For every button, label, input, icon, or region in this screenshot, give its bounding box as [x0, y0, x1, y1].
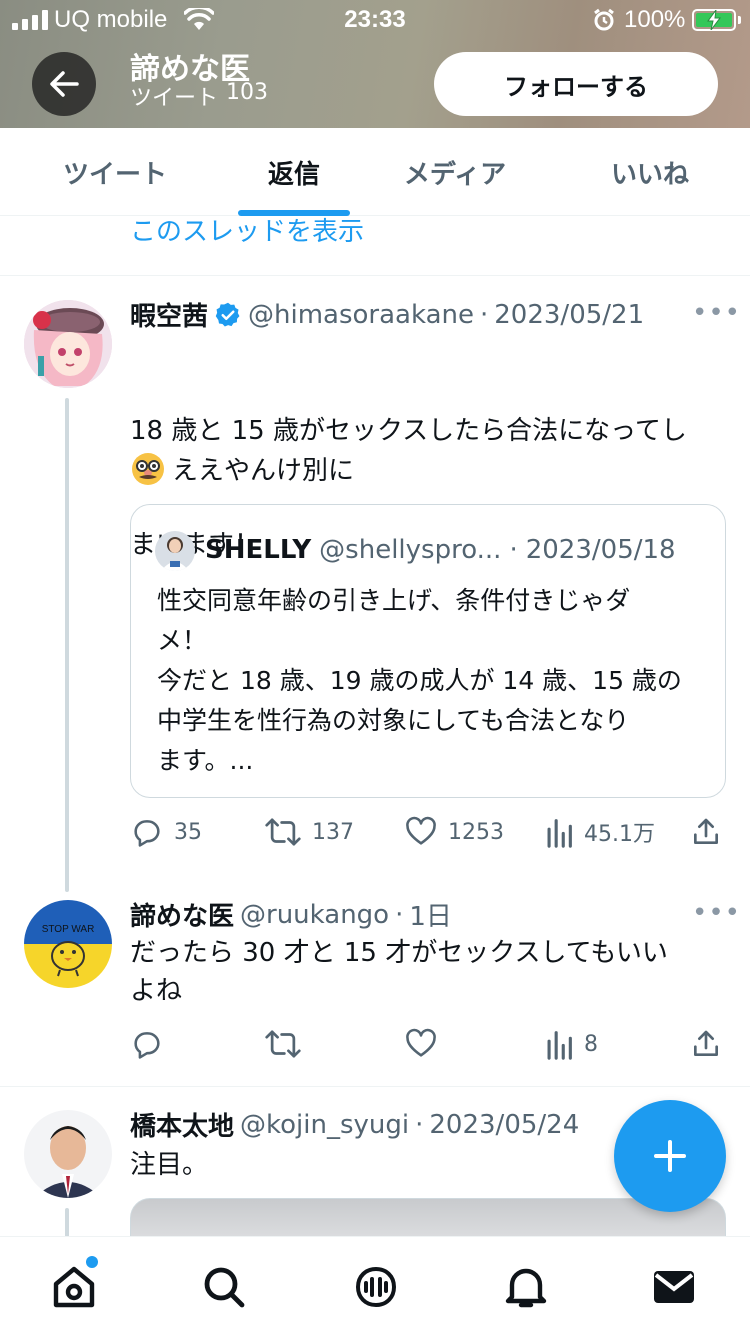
tweet-header: 暇空茜 @himasoraakane · 2023/05/21	[130, 296, 644, 333]
share-button[interactable]	[690, 1024, 722, 1064]
tweet-text: 注目。	[130, 1150, 209, 1180]
tweet-text-line: ええやんけ別に	[130, 450, 354, 487]
more-options-icon[interactable]: •••	[692, 298, 741, 328]
nav-messages[interactable]	[646, 1259, 702, 1315]
share-button[interactable]	[690, 812, 722, 852]
charging-icon	[707, 10, 721, 30]
like-button[interactable]: 1253	[404, 812, 504, 852]
retweet-button[interactable]: 137	[264, 812, 354, 852]
thread-line	[65, 398, 69, 892]
notification-dot	[86, 1256, 98, 1268]
author-handle: @himasoraakane	[248, 299, 474, 330]
home-icon	[53, 1266, 95, 1308]
disguised-face-emoji-icon	[132, 452, 164, 485]
back-button[interactable]	[32, 52, 96, 116]
battery-percent: 100%	[624, 6, 686, 33]
views-icon	[547, 1031, 572, 1060]
search-icon	[204, 1267, 245, 1308]
tweet-count: ツイート 103	[130, 80, 269, 111]
follow-button[interactable]: フォローする	[434, 52, 718, 116]
quoted-avatar	[155, 531, 195, 571]
reply-button[interactable]	[130, 1024, 164, 1064]
author-handle: @ruukango	[240, 899, 390, 930]
author-handle: @kojin_syugi	[240, 1109, 410, 1140]
tab-tweets[interactable]: ツイート	[40, 128, 190, 216]
tab-media[interactable]: メディア	[380, 128, 530, 216]
bottom-navigation	[0, 1236, 750, 1334]
quoted-author-handle: @shellyspro...	[319, 535, 502, 565]
heart-icon	[406, 816, 436, 845]
nav-notifications[interactable]	[498, 1259, 554, 1315]
author-name[interactable]: 諦めな医	[130, 896, 234, 933]
thread-line	[65, 1208, 69, 1238]
portrait-avatar-image	[24, 1110, 112, 1198]
reply-button[interactable]: 35	[130, 812, 202, 852]
avatar[interactable]	[24, 1110, 112, 1198]
quoted-text: 性交同意年齢の引き上げ、条件付きじゃダ メ！ 今だと 18 歳、19 歳の成人が…	[157, 586, 682, 775]
arrow-left-icon	[50, 71, 79, 97]
like-button[interactable]	[404, 1024, 438, 1064]
avatar[interactable]: STOP WAR	[24, 900, 112, 988]
share-icon	[694, 818, 718, 844]
avatar[interactable]	[24, 300, 112, 388]
tweet-date: 2023/05/21	[494, 299, 645, 330]
views-icon	[547, 819, 572, 848]
status-bar: UQ mobile 23:33 100%	[0, 0, 750, 40]
spaces-icon	[355, 1266, 397, 1308]
plus-icon	[654, 1140, 686, 1172]
retweet-icon	[265, 1030, 301, 1058]
tweet-header: 諦めな医 @ruukango · 1日	[130, 896, 452, 933]
tweet-header: 橋本太地 @kojin_syugi · 2023/05/24	[130, 1106, 579, 1143]
reply-icon	[134, 820, 160, 847]
tab-replies[interactable]: 返信	[230, 128, 358, 216]
share-icon	[694, 1030, 718, 1056]
mail-icon	[654, 1271, 694, 1303]
quoted-author-name: SHELLY	[205, 535, 312, 565]
compose-button[interactable]	[614, 1100, 726, 1212]
heart-icon	[406, 1028, 436, 1057]
divider	[0, 1086, 750, 1087]
author-name[interactable]: 橋本太地	[130, 1106, 234, 1143]
tweet-date: 2023/05/24	[429, 1109, 580, 1140]
retweet-button[interactable]	[264, 1024, 302, 1064]
nav-spaces[interactable]	[348, 1259, 404, 1315]
quoted-header: SHELLY @shellyspro... · 2023/05/18	[205, 535, 676, 565]
profile-tabs: ツイート 返信 メディア いいね	[0, 128, 750, 216]
verified-badge-icon	[215, 302, 240, 327]
nav-search[interactable]	[196, 1259, 252, 1315]
views-button[interactable]: 45.1万	[544, 812, 655, 852]
divider	[0, 275, 750, 276]
views-button[interactable]: 8	[544, 1024, 598, 1064]
reply-icon	[134, 1032, 160, 1059]
tweet-date: 1日	[409, 902, 452, 932]
show-thread-link[interactable]: このスレッドを表示	[130, 217, 364, 248]
alarm-icon	[594, 8, 614, 31]
quoted-tweet[interactable]: SHELLY @shellyspro... · 2023/05/18 性交同意年…	[130, 504, 726, 798]
anime-avatar-image	[24, 300, 112, 388]
tweet-actions: 8	[130, 1024, 726, 1064]
stop-war-avatar-image	[24, 900, 112, 988]
retweet-icon	[265, 818, 301, 846]
active-tab-indicator	[238, 210, 350, 216]
tweet-actions: 35 137 1253 45.1万	[130, 812, 726, 852]
author-name[interactable]: 暇空茜	[130, 296, 208, 333]
bell-icon	[505, 1268, 547, 1308]
avatar-text: STOP WAR	[41, 924, 95, 935]
tab-likes[interactable]: いいね	[580, 128, 720, 216]
tweet-text: だったら 30 才と 15 才がセックスしてもいい よね	[130, 938, 668, 1006]
more-options-icon[interactable]: •••	[692, 898, 741, 928]
quoted-date: 2023/05/18	[525, 535, 676, 565]
